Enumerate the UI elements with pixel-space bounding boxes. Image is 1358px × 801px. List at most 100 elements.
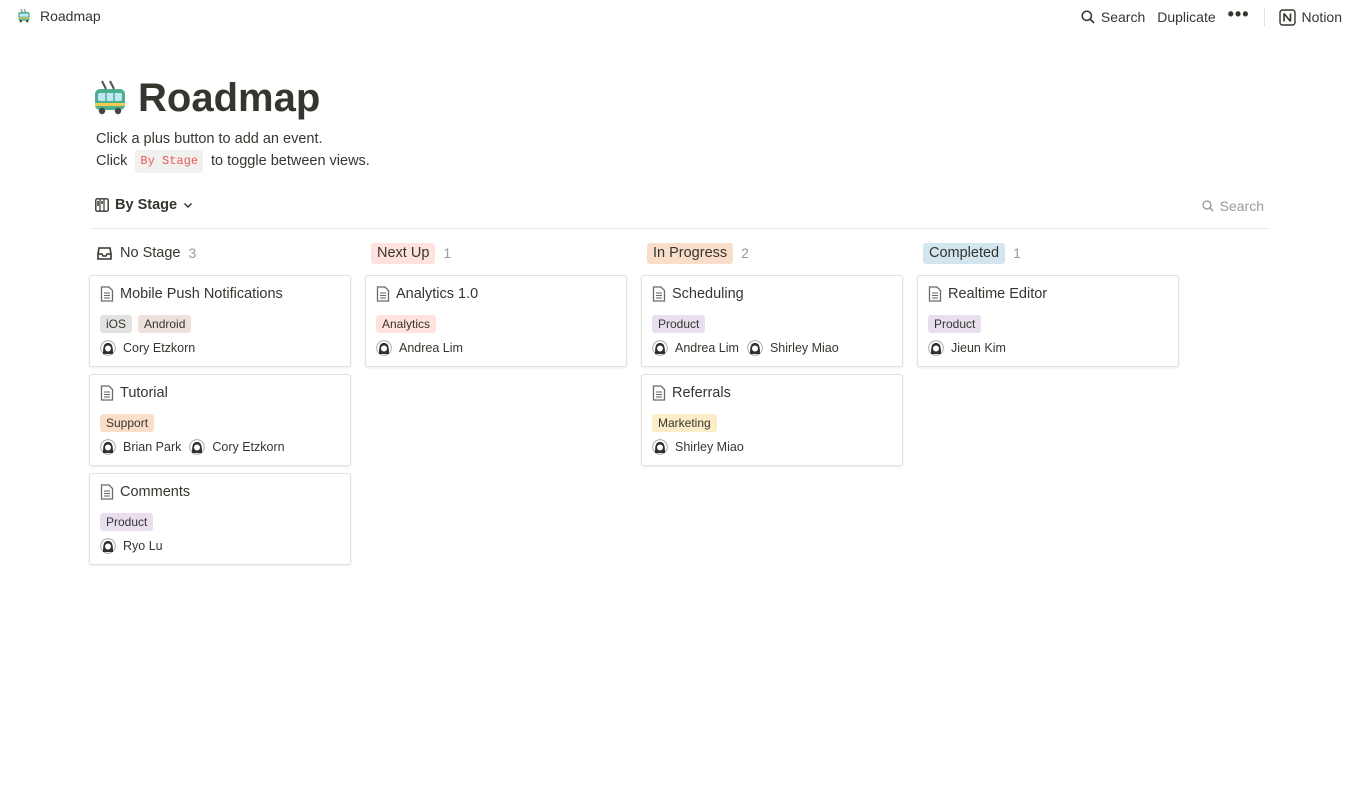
trolleybus-icon[interactable] <box>90 78 130 118</box>
board-card[interactable]: Scheduling Product Andrea Lim Shirley Miao <box>641 275 903 367</box>
assignee-name: Andrea Lim <box>399 341 463 355</box>
assignee-name: Shirley Miao <box>769 341 839 355</box>
inbox-icon <box>97 246 112 260</box>
card-title: Mobile Push Notifications <box>100 286 283 302</box>
assignee: Brian Park <box>100 439 181 455</box>
column-header[interactable]: No Stage 3 <box>89 240 351 266</box>
column-count: 2 <box>741 245 749 261</box>
card-tags: Product <box>100 513 154 531</box>
board-view-icon <box>95 198 109 212</box>
notion-link[interactable]: Notion <box>1273 6 1348 28</box>
avatar-icon <box>189 439 206 455</box>
page-icon <box>100 286 114 302</box>
page-title[interactable]: Roadmap <box>138 74 320 122</box>
page-icon <box>100 385 114 401</box>
page-header: Roadmap <box>90 74 320 122</box>
board-column: In Progress 2 Scheduling Product Andrea Lim S… <box>641 240 903 572</box>
column-header[interactable]: Completed 1 <box>917 240 1179 266</box>
tag: Support <box>100 414 155 432</box>
board-card[interactable]: Realtime Editor Product Jieun Kim <box>917 275 1179 367</box>
column-label: Completed <box>923 242 1006 264</box>
card-assignees: Cory Etzkorn <box>100 340 195 356</box>
board-card[interactable]: Analytics 1.0 Analytics Andrea Lim <box>365 275 627 367</box>
page-icon <box>652 286 666 302</box>
assignee: Andrea Lim <box>376 340 463 356</box>
assignee: Jieun Kim <box>928 340 1006 356</box>
column-label: No Stage <box>120 245 181 261</box>
avatar-icon <box>100 340 116 356</box>
tag: Product <box>928 315 982 333</box>
column-count: 3 <box>188 245 197 261</box>
avatar-icon <box>652 439 668 455</box>
view-bar: By Stage Search <box>90 194 1270 229</box>
search-button[interactable]: Search <box>1075 6 1151 28</box>
card-title: Tutorial <box>100 385 168 401</box>
more-icon: ••• <box>1227 4 1250 24</box>
top-bar: Roadmap Search Duplicate ••• Notion <box>0 0 1358 34</box>
avatar-icon <box>928 340 944 356</box>
description-text: Click a plus button to add an event. <box>96 131 323 147</box>
notion-label: Notion <box>1301 9 1342 25</box>
inline-code: By Stage <box>135 150 204 173</box>
breadcrumb-label: Roadmap <box>40 8 101 24</box>
board-column: Completed 1 Realtime Editor Product Jieun Ki… <box>917 240 1179 572</box>
search-icon <box>1201 200 1214 212</box>
card-assignees: Andrea Lim Shirley Miao <box>652 340 839 356</box>
board-card[interactable]: Comments Product Ryo Lu <box>89 473 351 565</box>
view-search-input[interactable]: Search <box>1201 198 1264 214</box>
description-text: Click <box>96 153 128 169</box>
chevron-down-icon <box>184 202 193 209</box>
card-assignees: Shirley Miao <box>652 439 744 455</box>
avatar-icon <box>747 340 763 356</box>
board-card[interactable]: Mobile Push Notifications iOS Android Cory … <box>89 275 351 367</box>
card-title-text: Scheduling <box>672 286 744 302</box>
tag: Product <box>100 513 154 531</box>
description-line-2: Click By Stage to toggle between views. <box>96 150 370 173</box>
board-card[interactable]: Referrals Marketing Shirley Miao <box>641 374 903 466</box>
search-icon <box>1081 10 1095 24</box>
card-tags: iOS Android <box>100 315 192 333</box>
top-actions: Search Duplicate ••• Notion <box>1075 4 1348 28</box>
search-label: Search <box>1100 9 1146 25</box>
card-tags: Marketing <box>652 414 717 432</box>
description-text: to toggle between views. <box>211 153 370 169</box>
column-header[interactable]: In Progress 2 <box>641 240 903 266</box>
card-assignees: Brian Park Cory Etzkorn <box>100 439 285 455</box>
card-title: Scheduling <box>652 286 744 302</box>
duplicate-label: Duplicate <box>1157 9 1216 25</box>
notion-logo-icon <box>1278 8 1296 26</box>
tag: Product <box>652 315 706 333</box>
more-options-button[interactable]: ••• <box>1222 4 1256 28</box>
card-title-text: Analytics 1.0 <box>396 286 479 302</box>
tag: Analytics <box>376 315 437 333</box>
card-title: Realtime Editor <box>928 286 1047 302</box>
assignee-name: Ryo Lu <box>123 539 163 553</box>
assignee-name: Andrea Lim <box>675 341 739 355</box>
search-placeholder: Search <box>1219 198 1264 214</box>
tag: Android <box>138 315 192 333</box>
page-description: Click a plus button to add an event. Cli… <box>96 129 370 173</box>
card-title-text: Comments <box>120 484 191 500</box>
assignee-name: Brian Park <box>123 440 182 454</box>
board-card[interactable]: Tutorial Support Brian Park Cory Etzkorn <box>89 374 351 466</box>
card-title-text: Tutorial <box>120 385 168 401</box>
avatar-icon <box>100 538 116 554</box>
board-column: Next Up 1 Analytics 1.0 Analytics Andrea Lim <box>365 240 627 572</box>
card-tags: Analytics <box>376 315 437 333</box>
avatar-icon <box>652 340 668 356</box>
card-title: Referrals <box>652 385 731 401</box>
column-header[interactable]: Next Up 1 <box>365 240 627 266</box>
tag: Marketing <box>652 414 717 432</box>
board-column: No Stage 3 Mobile Push Notifications iOS And… <box>89 240 351 572</box>
duplicate-button[interactable]: Duplicate <box>1151 6 1221 28</box>
view-switcher[interactable]: By Stage <box>95 197 193 213</box>
assignee-name: Jieun Kim <box>951 341 1006 355</box>
page-icon <box>100 484 114 500</box>
card-tags: Product <box>652 315 706 333</box>
column-count: 1 <box>443 245 452 261</box>
tag: iOS <box>100 315 133 333</box>
breadcrumb[interactable]: Roadmap <box>14 8 103 24</box>
assignee: Shirley Miao <box>652 439 744 455</box>
assignee: Cory Etzkorn <box>189 439 285 455</box>
view-name: By Stage <box>115 197 178 213</box>
